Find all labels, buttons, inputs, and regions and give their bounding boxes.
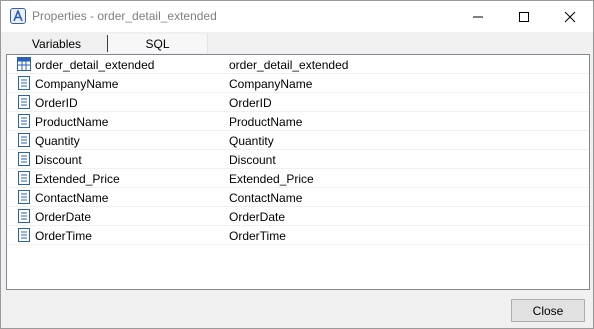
variable-value: order_detail_extended <box>229 58 349 72</box>
field-icon <box>17 209 31 223</box>
field-icon <box>17 133 31 147</box>
field-icon <box>17 95 31 109</box>
variable-name: OrderDate <box>35 210 92 224</box>
field-icon <box>17 76 31 90</box>
list-item[interactable]: Discount Discount <box>7 150 589 169</box>
properties-window: Properties - order_detail_extended Varia… <box>0 0 594 329</box>
window-title: Properties - order_detail_extended <box>32 9 217 23</box>
list-item[interactable]: order_detail_extended order_detail_extend… <box>7 55 589 74</box>
list-item[interactable]: CompanyName CompanyName <box>7 74 589 93</box>
list-item[interactable]: ContactName ContactName <box>7 188 589 207</box>
close-window-button[interactable] <box>547 1 593 32</box>
list-item[interactable]: ProductName ProductName <box>7 112 589 131</box>
footer: Close <box>1 291 593 328</box>
variable-value: Extended_Price <box>229 172 314 186</box>
variable-name: Quantity <box>35 134 80 148</box>
app-logo-icon <box>10 8 26 24</box>
close-icon <box>564 11 576 22</box>
list-item[interactable]: Extended_Price Extended_Price <box>7 169 589 188</box>
variable-value: Discount <box>229 153 276 167</box>
variable-name: ProductName <box>35 115 109 129</box>
variable-value: OrderDate <box>229 210 286 224</box>
field-icon <box>17 171 31 185</box>
title-bar[interactable]: Properties - order_detail_extended <box>1 1 593 32</box>
list-item[interactable]: OrderDate OrderDate <box>7 207 589 226</box>
field-icon <box>17 228 31 242</box>
variable-value: OrderTime <box>229 229 286 243</box>
variables-list[interactable]: order_detail_extended order_detail_extend… <box>6 54 590 290</box>
list-item[interactable]: OrderID OrderID <box>7 93 589 112</box>
variable-name: order_detail_extended <box>35 58 155 72</box>
maximize-button[interactable] <box>501 1 547 32</box>
variable-value: ContactName <box>229 191 303 205</box>
variable-value: Quantity <box>229 134 274 148</box>
list-item[interactable]: Quantity Quantity <box>7 131 589 150</box>
close-button[interactable]: Close <box>511 299 585 322</box>
variable-name: OrderTime <box>35 229 92 243</box>
field-icon <box>17 190 31 204</box>
table-icon <box>17 57 31 71</box>
list-item[interactable]: OrderTime OrderTime <box>7 226 589 245</box>
variable-name: ContactName <box>35 191 109 205</box>
variable-name: Discount <box>35 153 82 167</box>
tab-strip: Variables SQL <box>6 34 590 53</box>
variable-value: ProductName <box>229 115 303 129</box>
variable-value: CompanyName <box>229 77 313 91</box>
tab-variables[interactable]: Variables <box>6 34 107 53</box>
variable-value: OrderID <box>229 96 272 110</box>
minimize-button[interactable] <box>455 1 501 32</box>
minimize-icon <box>473 16 483 17</box>
maximize-icon <box>519 11 529 22</box>
variable-name: OrderID <box>35 96 78 110</box>
variable-name: Extended_Price <box>35 172 120 186</box>
field-icon <box>17 114 31 128</box>
variable-name: CompanyName <box>35 77 119 91</box>
tab-sql[interactable]: SQL <box>108 34 208 53</box>
field-icon <box>17 152 31 166</box>
